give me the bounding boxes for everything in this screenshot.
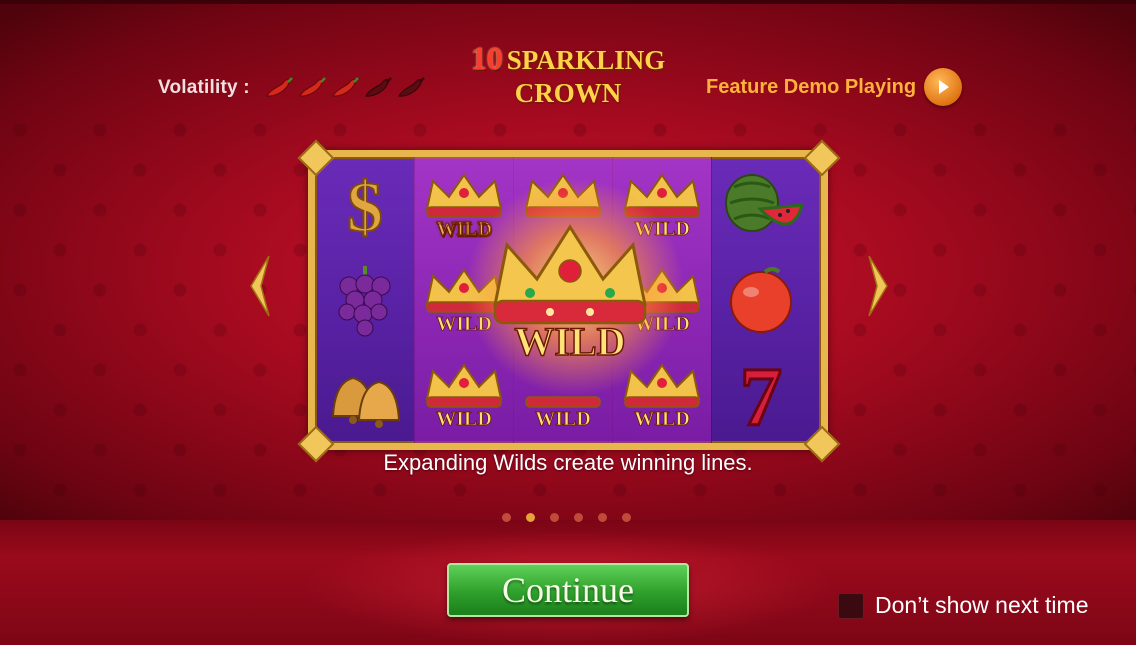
pagination-dot[interactable]	[598, 513, 607, 522]
pagination-dot[interactable]	[502, 513, 511, 522]
svg-text:WILD: WILD	[514, 319, 625, 364]
feature-demo[interactable]: Feature Demo Playing	[706, 68, 963, 106]
top-border	[0, 0, 1136, 4]
pagination-dots	[502, 513, 646, 522]
bells-symbol	[315, 347, 414, 442]
big-crown-icon: WILD	[493, 224, 647, 365]
grapes-symbol	[315, 252, 414, 347]
dont-show-option[interactable]: Don’t show next time	[838, 592, 1088, 619]
chili-icon-filled	[298, 77, 326, 97]
svg-text:WILD: WILD	[535, 408, 591, 430]
play-triangle-icon	[939, 80, 950, 94]
pagination-dot[interactable]	[622, 513, 631, 522]
reel-5: 7	[711, 157, 810, 443]
reel-1: $	[315, 157, 415, 443]
pagination-dot[interactable]	[550, 513, 559, 522]
orange-icon	[729, 266, 792, 333]
chili-icon-filled	[265, 77, 293, 97]
chili-icon-filled	[331, 77, 359, 97]
crown-icon: WILD	[425, 362, 502, 430]
pagination-dot[interactable]	[574, 513, 583, 522]
svg-text:$: $	[347, 167, 383, 245]
seven-symbol: 7	[711, 347, 810, 442]
dollar-icon: $	[346, 166, 384, 245]
game-logo: 10 SPARKLING CROWN	[462, 42, 674, 108]
orange-symbol	[711, 252, 810, 347]
chili-icon-empty	[364, 77, 392, 97]
feature-demo-label: Feature Demo Playing	[706, 75, 917, 98]
watermelon-icon	[724, 173, 804, 232]
play-icon[interactable]	[924, 68, 963, 106]
slide-caption: Expanding Wilds create winning lines.	[383, 450, 753, 475]
bells-icon	[331, 376, 400, 428]
logo-line1: SPARKLING	[506, 45, 666, 75]
dollar-symbol: $	[315, 157, 414, 252]
dont-show-label: Don’t show next time	[875, 592, 1089, 618]
chili-icon-empty	[397, 77, 425, 97]
volatility-label: Volatility :	[158, 77, 250, 99]
svg-text:7: 7	[740, 355, 782, 435]
feature-slide: $ WILD WILD WILD WILD WILD 7 WILD	[308, 150, 828, 450]
watermelon-symbol	[711, 157, 810, 252]
next-slide-arrow-icon[interactable]	[865, 254, 891, 318]
svg-text:WILD: WILD	[634, 408, 690, 430]
continue-button[interactable]: Continue	[447, 563, 689, 617]
volatility-separator: :	[243, 77, 250, 98]
dont-show-checkbox[interactable]	[838, 592, 864, 619]
volatility-label-text: Volatility	[158, 77, 238, 98]
grapes-icon	[338, 265, 390, 336]
seven-icon: 7	[738, 355, 783, 435]
pagination-dot-active[interactable]	[526, 513, 535, 522]
svg-text:WILD: WILD	[436, 408, 492, 430]
logo-number: 10	[470, 40, 503, 76]
previous-slide-arrow-icon[interactable]	[247, 254, 273, 318]
volatility-indicator: Volatility :	[158, 74, 429, 102]
logo-line2: CROWN	[514, 78, 622, 108]
